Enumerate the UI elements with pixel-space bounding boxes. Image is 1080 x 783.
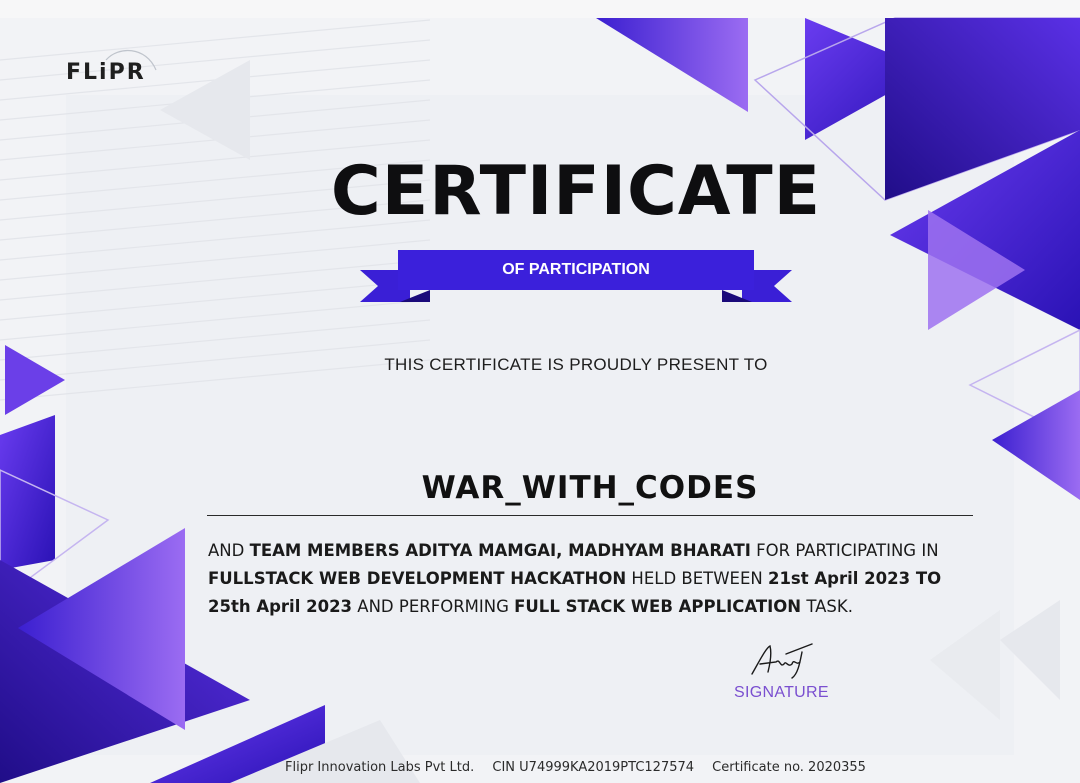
event-name: FULLSTACK WEB DEVELOPMENT HACKATHON [208, 569, 627, 588]
footer-company: Flipr Innovation Labs Pvt Ltd. [285, 760, 475, 775]
team-members: TEAM MEMBERS ADITYA MAMGAI, MADHYAM BHAR… [249, 541, 751, 560]
flipr-logo: FLiPR [66, 60, 146, 85]
team-name: WAR_WITH_CODES [421, 470, 759, 506]
certificate-title: CERTIFICATE [330, 152, 822, 231]
body-text-segment: AND [208, 541, 250, 560]
background-decoration [0, 0, 1080, 783]
certificate-page: FLiPR CERTIFICATE OF PARTICIPATION THIS … [0, 0, 1080, 783]
signature-label: SIGNATURE [734, 684, 829, 701]
body-text-segment: HELD BETWEEN [626, 569, 768, 588]
certificate-body: AND TEAM MEMBERS ADITYA MAMGAI, MADHYAM … [208, 537, 978, 621]
signature-mark [751, 643, 813, 679]
presented-to-line: THIS CERTIFICATE IS PROUDLY PRESENT TO [384, 355, 768, 374]
footer-certificate-number: Certificate no. 2020355 [712, 760, 866, 775]
ribbon-label: OF PARTICIPATION [502, 261, 650, 278]
body-text-segment: FOR PARTICIPATING IN [750, 541, 939, 560]
certificate-footer: Flipr Innovation Labs Pvt Ltd. CIN U7499… [285, 760, 880, 775]
task-name: FULL STACK WEB APPLICATION [514, 597, 802, 616]
footer-cin: CIN U74999KA2019PTC127574 [492, 760, 695, 775]
body-text-segment: TASK. [801, 597, 853, 616]
name-underline [207, 515, 973, 516]
body-text-segment: AND PERFORMING [352, 597, 515, 616]
